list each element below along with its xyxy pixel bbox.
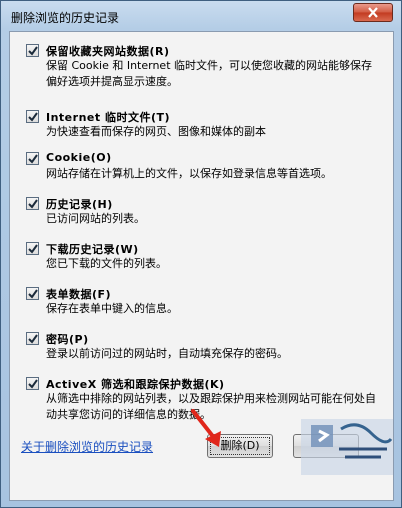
option-description: 网站存储在计算机上的文件，以保存如登录信息等首选项。 [46, 167, 332, 180]
option-title: Cookie(O) [46, 151, 112, 164]
checkmark-icon [28, 112, 38, 122]
checkbox-preserve-favorites[interactable] [26, 44, 39, 57]
checkmark-icon [28, 334, 38, 344]
checkbox-cookies[interactable] [26, 152, 39, 165]
checkmark-icon [28, 244, 38, 254]
about-history-link[interactable]: 关于删除浏览的历史记录 [21, 438, 153, 455]
checkbox-activex-filtering[interactable] [26, 377, 39, 390]
option-description: 登录以前访问过的网站时，自动填充保存的密码。 [46, 347, 288, 360]
window-title: 删除浏览的历史记录 [11, 11, 120, 25]
option-description: 您已下载的文件的列表。 [46, 257, 167, 270]
option-description: 保留 Cookie 和 Internet 临时文件，可以使您收藏的网站能够保存偏… [46, 59, 372, 88]
checkbox-download-history[interactable] [26, 242, 39, 255]
option-description: 保存在表单中键入的信息。 [46, 302, 178, 315]
option-description: 已访问网站的列表。 [46, 212, 145, 225]
option-title: 保留收藏夹网站数据(R) [46, 45, 170, 58]
checkbox-temp-files[interactable] [26, 110, 39, 123]
option-title: 密码(P) [46, 333, 89, 346]
option-title: 下载历史记录(W) [46, 243, 139, 256]
checkmark-icon [28, 379, 38, 389]
close-icon [368, 7, 378, 18]
red-arrow-icon [191, 409, 221, 447]
checkmark-icon [28, 199, 38, 209]
option-title: 表单数据(F) [46, 288, 112, 301]
option-description: 为快速查看而保存的网页、图像和媒体的副本 [46, 125, 266, 138]
checkmark-icon [28, 46, 38, 56]
close-button[interactable] [353, 3, 393, 22]
checkbox-form-data[interactable] [26, 287, 39, 300]
checkmark-icon [28, 154, 38, 164]
dialog-window: 删除浏览的历史记录 保留收藏夹网站数据(R) 保留 Cookie 和 Inter… [0, 0, 402, 508]
option-title: Internet 临时文件(T) [46, 111, 171, 124]
title-bar[interactable]: 删除浏览的历史记录 [1, 1, 401, 31]
checkmark-icon [28, 289, 38, 299]
option-title: 历史记录(H) [46, 198, 113, 211]
option-title: ActiveX 筛选和跟踪保护数据(K) [46, 378, 225, 391]
checkbox-history[interactable] [26, 197, 39, 210]
watermark-logo [301, 419, 393, 475]
checkbox-passwords[interactable] [26, 332, 39, 345]
